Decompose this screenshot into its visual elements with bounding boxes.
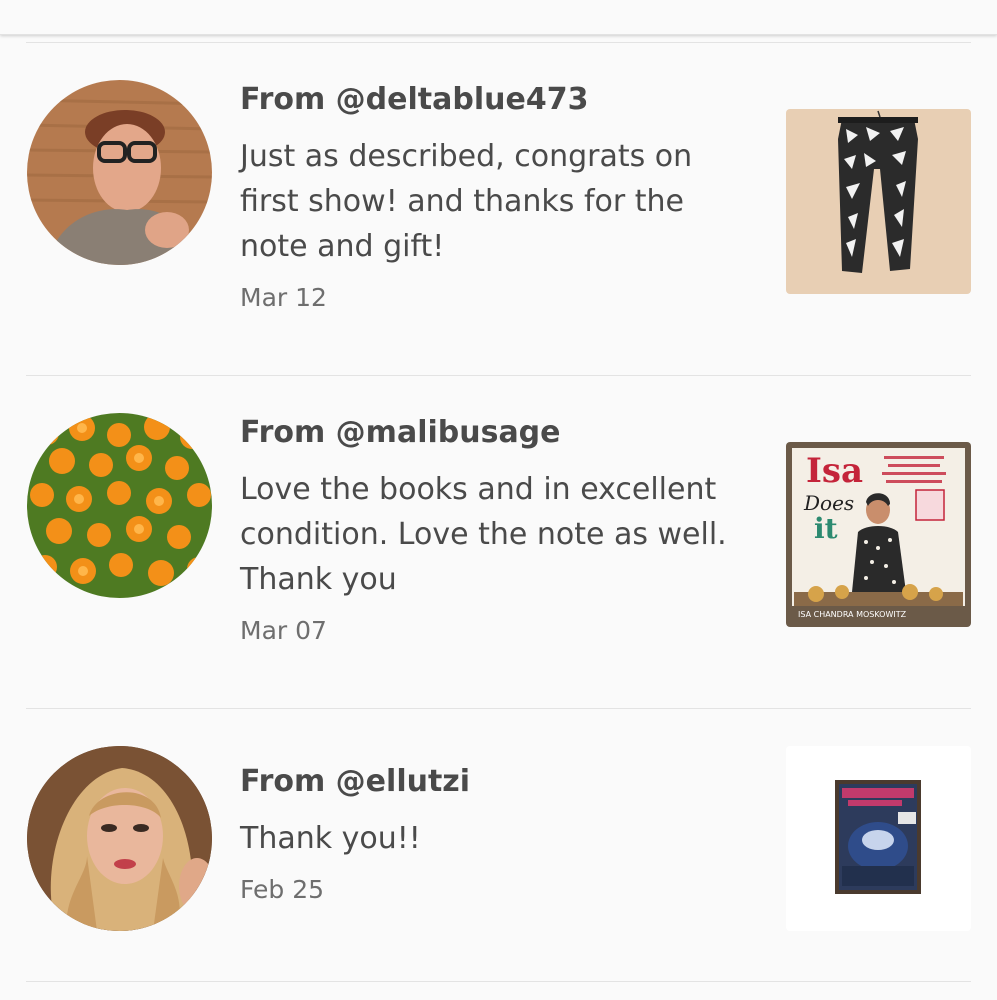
review-text: From @malibusage Love the books and in e… (240, 413, 760, 648)
user-photo-icon (27, 413, 212, 598)
message-line: Thank you!! (240, 821, 421, 856)
user-photo-icon (27, 746, 212, 931)
user-avatar[interactable] (27, 413, 212, 598)
review-message: Thank you!! (240, 816, 760, 861)
review-text: From @ellutzi Thank you!! Feb 25 (240, 762, 760, 907)
item-thumbnail[interactable]: Isa Does it ISA CHANDRA MOSKOWITZ (786, 442, 971, 627)
message-line: condition. Love the note as well. (240, 517, 727, 552)
user-photo-icon (27, 80, 212, 265)
review-message: Just as described, congrats on first sho… (240, 134, 760, 269)
item-thumbnail[interactable] (786, 109, 971, 294)
message-line: Love the books and in excellent (240, 472, 717, 507)
message-line: Just as described, congrats on (240, 139, 693, 174)
cover-title: it (814, 512, 838, 545)
top-bar (0, 0, 997, 35)
user-avatar[interactable] (27, 80, 212, 265)
review-date: Mar 07 (240, 616, 327, 645)
bagged-hat-icon (786, 746, 971, 931)
item-thumbnail[interactable] (786, 746, 971, 931)
review-author[interactable]: From @deltablue473 (240, 80, 760, 120)
divider (26, 981, 971, 982)
divider (26, 708, 971, 709)
user-avatar[interactable] (27, 746, 212, 931)
divider (26, 42, 971, 43)
review-author[interactable]: From @malibusage (240, 413, 760, 453)
review-date: Feb 25 (240, 875, 325, 904)
review-author[interactable]: From @ellutzi (240, 762, 760, 802)
review-text: From @deltablue473 Just as described, co… (240, 80, 760, 315)
leggings-icon (786, 109, 971, 294)
message-line: first show! and thanks for the (240, 184, 684, 219)
message-line: Thank you (240, 562, 397, 597)
cover-author: ISA CHANDRA MOSKOWITZ (798, 610, 907, 619)
message-line: note and gift! (240, 229, 445, 264)
review-message: Love the books and in excellent conditio… (240, 467, 760, 602)
review-date: Mar 12 (240, 283, 327, 312)
cover-title: Isa (806, 451, 863, 491)
cookbook-icon: Isa Does it ISA CHANDRA MOSKOWITZ (786, 442, 971, 627)
divider (26, 375, 971, 376)
